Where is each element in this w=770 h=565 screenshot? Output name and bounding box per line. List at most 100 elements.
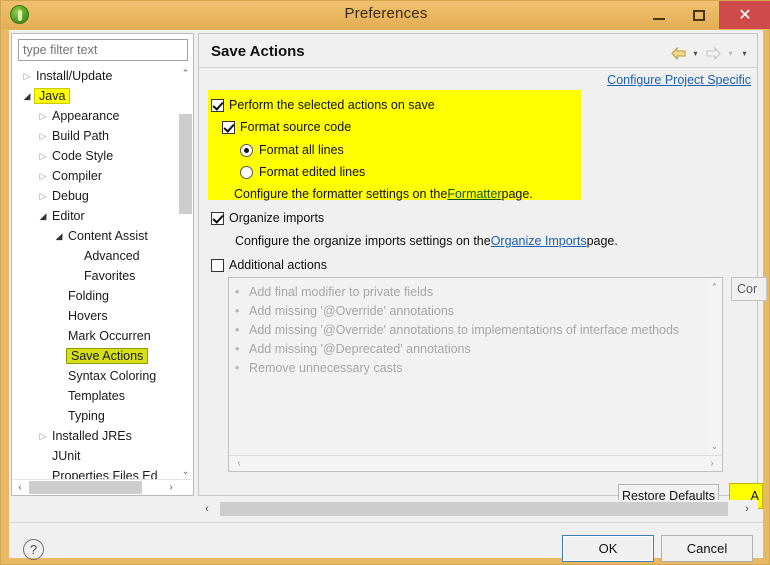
tree-expand-icon[interactable]: ▷: [36, 146, 50, 166]
forward-history-caret-icon: ▾: [728, 48, 733, 58]
tree-collapse-icon[interactable]: ◢: [36, 206, 50, 226]
tree-scroll-up-icon[interactable]: ⌃: [178, 66, 193, 81]
actions-vertical-scrollbar[interactable]: ⌃ ⌄: [707, 278, 722, 456]
additional-actions-checkbox[interactable]: [211, 258, 224, 272]
tree-expand-icon[interactable]: ▷: [20, 66, 34, 86]
close-button[interactable]: ✕: [719, 1, 770, 29]
sidebar-item-code-style[interactable]: ▷ Code Style: [12, 146, 193, 166]
filter-input[interactable]: [18, 39, 188, 61]
list-item[interactable]: • Add missing '@Override' annotations to …: [235, 321, 705, 340]
tree-horizontal-scrollbar[interactable]: ‹ ›: [12, 479, 193, 495]
configure-button[interactable]: Cor: [731, 277, 767, 301]
question-mark-icon[interactable]: ?: [23, 539, 44, 560]
actions-scroll-right-icon[interactable]: ›: [704, 456, 720, 471]
sidebar-item-hovers[interactable]: ·Hovers: [12, 306, 193, 326]
sidebar-item-templates[interactable]: ·Templates: [12, 386, 193, 406]
tree-vertical-scrollbar[interactable]: ⌃ ⌄: [178, 66, 193, 479]
cancel-button[interactable]: Cancel: [661, 535, 753, 562]
sidebar-item-label: Properties Files Ed: [52, 469, 158, 479]
main-scroll-right-icon[interactable]: ›: [738, 500, 756, 517]
minimize-button[interactable]: [639, 1, 679, 29]
format-edited-lines-radio[interactable]: [240, 165, 253, 179]
sidebar-item-label: Favorites: [84, 269, 136, 283]
sidebar-item-label: Debug: [52, 189, 89, 203]
tree-scroll-down-icon[interactable]: ⌄: [178, 464, 193, 479]
sidebar-item-content-assist[interactable]: ◢ Content Assist: [12, 226, 193, 246]
sidebar-item-advanced[interactable]: ·Advanced: [12, 246, 193, 266]
format-all-lines-row[interactable]: Format all lines: [240, 139, 344, 161]
sidebar-item-mark-occurren[interactable]: ·Mark Occurren: [12, 326, 193, 346]
page-title: Save Actions: [211, 43, 305, 60]
chevron-down-icon[interactable]: ▾: [738, 44, 751, 62]
highlighted-options-group: Perform the selected actions on save For…: [208, 90, 581, 201]
list-item[interactable]: • Remove unnecessary casts: [235, 359, 705, 378]
sidebar-item-folding[interactable]: ·Folding: [12, 286, 193, 306]
tree-leaf-spacer-icon: ·: [68, 246, 82, 266]
sidebar-item-editor[interactable]: ◢ Editor: [12, 206, 193, 226]
tree-expand-icon[interactable]: ▷: [36, 186, 50, 206]
tree-scroll-left-icon[interactable]: ‹: [12, 480, 28, 495]
list-item[interactable]: • Add final modifier to private fields: [235, 283, 705, 302]
sidebar-item-appearance[interactable]: ▷ Appearance: [12, 106, 193, 126]
formatter-note: Configure the formatter settings on the …: [234, 183, 533, 205]
formatter-link[interactable]: Formatter: [447, 187, 501, 201]
configure-project-specific-link[interactable]: Configure Project Specific: [607, 73, 751, 87]
tree-leaf-spacer-icon: ·: [52, 306, 66, 326]
sidebar-item-build-path[interactable]: ▷ Build Path: [12, 126, 193, 146]
list-item-label: Add final modifier to private fields: [249, 285, 434, 299]
sidebar-item-junit[interactable]: ·JUnit: [12, 446, 193, 466]
tree-leaf-spacer-icon: ·: [52, 346, 66, 366]
sidebar-item-installed-jres[interactable]: ▷ Installed JREs: [12, 426, 193, 446]
actions-scroll-left-icon[interactable]: ‹: [231, 456, 247, 471]
header-divider: [199, 67, 757, 68]
tree-collapse-icon[interactable]: ◢: [52, 226, 66, 246]
main-horizontal-scrollbar[interactable]: ‹ ›: [198, 500, 758, 518]
formatter-note-suffix: page.: [501, 187, 533, 201]
organize-imports-note: Configure the organize imports settings …: [235, 230, 618, 252]
sidebar-item-favorites[interactable]: ·Favorites: [12, 266, 193, 286]
list-item[interactable]: • Add missing '@Deprecated' annotations: [235, 340, 705, 359]
actions-scroll-down-icon[interactable]: ⌄: [707, 439, 722, 454]
tree-vscroll-thumb[interactable]: [179, 114, 192, 214]
sidebar-item-java[interactable]: ◢ Java: [12, 86, 193, 106]
additional-actions-row[interactable]: Additional actions: [211, 254, 327, 276]
organize-imports-link[interactable]: Organize Imports: [491, 234, 587, 248]
sidebar-item-label: Java: [34, 88, 71, 104]
sidebar-item-properties-files-ed[interactable]: ·Properties Files Ed: [12, 466, 193, 479]
sidebar-item-syntax-coloring[interactable]: ·Syntax Coloring: [12, 366, 193, 386]
back-history-caret-icon[interactable]: ▾: [689, 44, 702, 62]
actions-horizontal-scrollbar[interactable]: ‹ ›: [229, 455, 722, 471]
main-hscroll-thumb[interactable]: [220, 502, 728, 516]
tree-collapse-icon[interactable]: ◢: [20, 86, 34, 106]
main-scroll-left-icon[interactable]: ‹: [198, 500, 216, 517]
format-edited-lines-row[interactable]: Format edited lines: [240, 161, 365, 183]
tree-expand-icon[interactable]: ▷: [36, 426, 50, 446]
arrow-left-icon[interactable]: [668, 44, 688, 62]
sidebar-item-typing[interactable]: ·Typing: [12, 406, 193, 426]
list-item[interactable]: • Add missing '@Override' annotations: [235, 302, 705, 321]
bullet-icon: •: [235, 342, 240, 356]
ok-button[interactable]: OK: [562, 535, 654, 562]
tree-expand-icon[interactable]: ▷: [36, 126, 50, 146]
sidebar-item-debug[interactable]: ▷ Debug: [12, 186, 193, 206]
maximize-button[interactable]: [679, 1, 719, 29]
tree-scroll-right-icon[interactable]: ›: [163, 480, 179, 495]
perform-on-save-checkbox[interactable]: [211, 98, 224, 112]
tree-hscroll-thumb[interactable]: [29, 481, 142, 494]
tree-expand-icon[interactable]: ▷: [36, 106, 50, 126]
actions-scroll-up-icon[interactable]: ⌃: [707, 280, 722, 295]
sidebar-item-save-actions[interactable]: ·Save Actions: [12, 346, 193, 366]
sidebar-item-label: Templates: [68, 389, 125, 403]
sidebar-item-compiler[interactable]: ▷ Compiler: [12, 166, 193, 186]
perform-on-save-row[interactable]: Perform the selected actions on save: [211, 94, 435, 116]
organize-imports-checkbox[interactable]: [211, 211, 224, 225]
sidebar-item-label: Typing: [68, 409, 105, 423]
format-all-lines-radio[interactable]: [240, 143, 253, 157]
formatter-note-prefix: Configure the formatter settings on the: [234, 187, 448, 201]
format-source-code-checkbox[interactable]: [222, 120, 235, 134]
sidebar-item-install-update[interactable]: ▷ Install/Update: [12, 66, 193, 86]
organize-imports-row[interactable]: Organize imports: [211, 207, 324, 229]
tree-leaf-spacer-icon: ·: [52, 366, 66, 386]
tree-expand-icon[interactable]: ▷: [36, 166, 50, 186]
format-source-code-row[interactable]: Format source code: [222, 116, 351, 138]
